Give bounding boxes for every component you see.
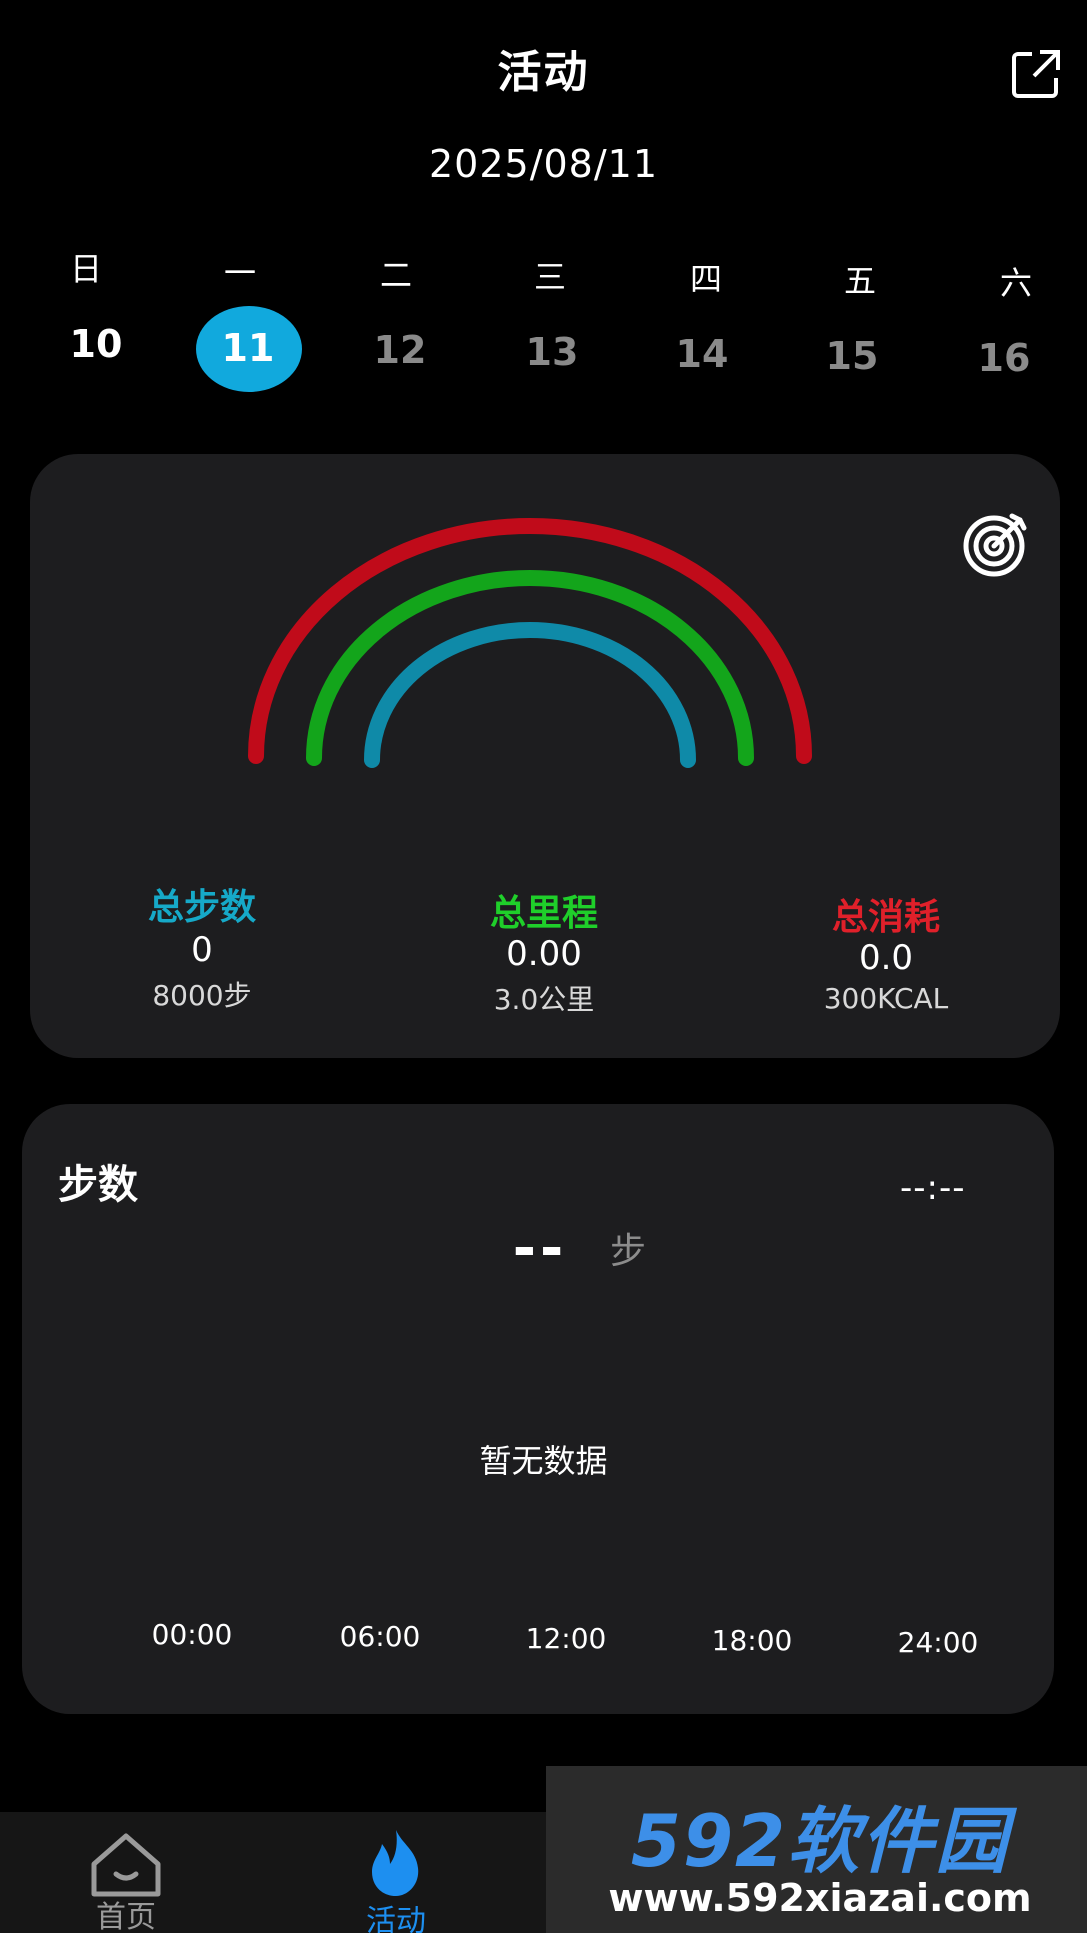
day-13[interactable]: 13 — [502, 330, 602, 374]
weekday-tue: 二 — [379, 256, 412, 294]
day-12[interactable]: 12 — [350, 328, 450, 372]
x-tick-1800: 18:00 — [711, 1624, 793, 1657]
progress-arcs — [248, 518, 812, 768]
day-15[interactable]: 15 — [802, 334, 902, 378]
weekday-fri: 五 — [843, 262, 876, 300]
x-tick-0000: 00:00 — [151, 1618, 233, 1651]
watermark-url: www.592xiazai.com — [608, 1876, 1032, 1920]
total-calories-value: 0.0 — [858, 938, 914, 978]
nav-activity[interactable]: 活动 — [316, 1822, 476, 1933]
page-title: 活动 — [497, 47, 590, 98]
total-distance-value: 0.00 — [506, 934, 582, 974]
nav-home-label: 首页 — [96, 1900, 156, 1933]
x-tick-1200: 12:00 — [525, 1622, 607, 1655]
weekday-sun: 日 — [69, 250, 102, 288]
total-distance-goal: 3.0公里 — [493, 983, 595, 1016]
steps-panel-value: -- — [512, 1216, 568, 1281]
day-14[interactable]: 14 — [652, 332, 752, 376]
target-icon — [963, 513, 1027, 577]
total-calories-label: 总消耗 — [831, 897, 940, 938]
weekday-sat: 六 — [999, 264, 1032, 302]
current-date[interactable]: 2025/08/11 — [0, 142, 1087, 186]
nav-activity-label: 活动 — [366, 1904, 426, 1933]
total-steps-goal: 8000步 — [152, 979, 252, 1012]
total-distance-label: 总里程 — [489, 893, 598, 934]
total-steps-value: 0 — [191, 930, 213, 970]
share-icon — [1012, 50, 1060, 98]
day-11[interactable]: 11 — [198, 326, 298, 370]
share-button[interactable] — [1010, 48, 1062, 100]
day-16[interactable]: 16 — [954, 336, 1054, 380]
watermark-logo: 592软件园 — [630, 1799, 1010, 1883]
weekday-wed: 三 — [533, 258, 566, 296]
weekday-thu: 四 — [689, 260, 722, 298]
flame-icon — [372, 1830, 419, 1896]
nav-home[interactable]: 首页 — [46, 1822, 206, 1933]
steps-panel-time: --:-- — [900, 1168, 966, 1208]
x-tick-2400: 24:00 — [897, 1626, 979, 1659]
no-data-message: 暂无数据 — [479, 1442, 608, 1480]
steps-panel-title: 步数 — [58, 1162, 138, 1208]
goal-target-button[interactable] — [962, 510, 1030, 578]
steps-arc — [364, 622, 696, 768]
total-steps-label: 总步数 — [147, 887, 256, 928]
day-10[interactable]: 10 — [46, 322, 146, 366]
steps-panel-unit: 步 — [610, 1231, 647, 1272]
home-icon — [91, 1833, 161, 1897]
weekday-mon: 一 — [223, 254, 256, 292]
calories-arc — [248, 518, 812, 764]
x-tick-0600: 06:00 — [339, 1620, 421, 1653]
total-calories-goal: 300KCAL — [823, 982, 949, 1015]
